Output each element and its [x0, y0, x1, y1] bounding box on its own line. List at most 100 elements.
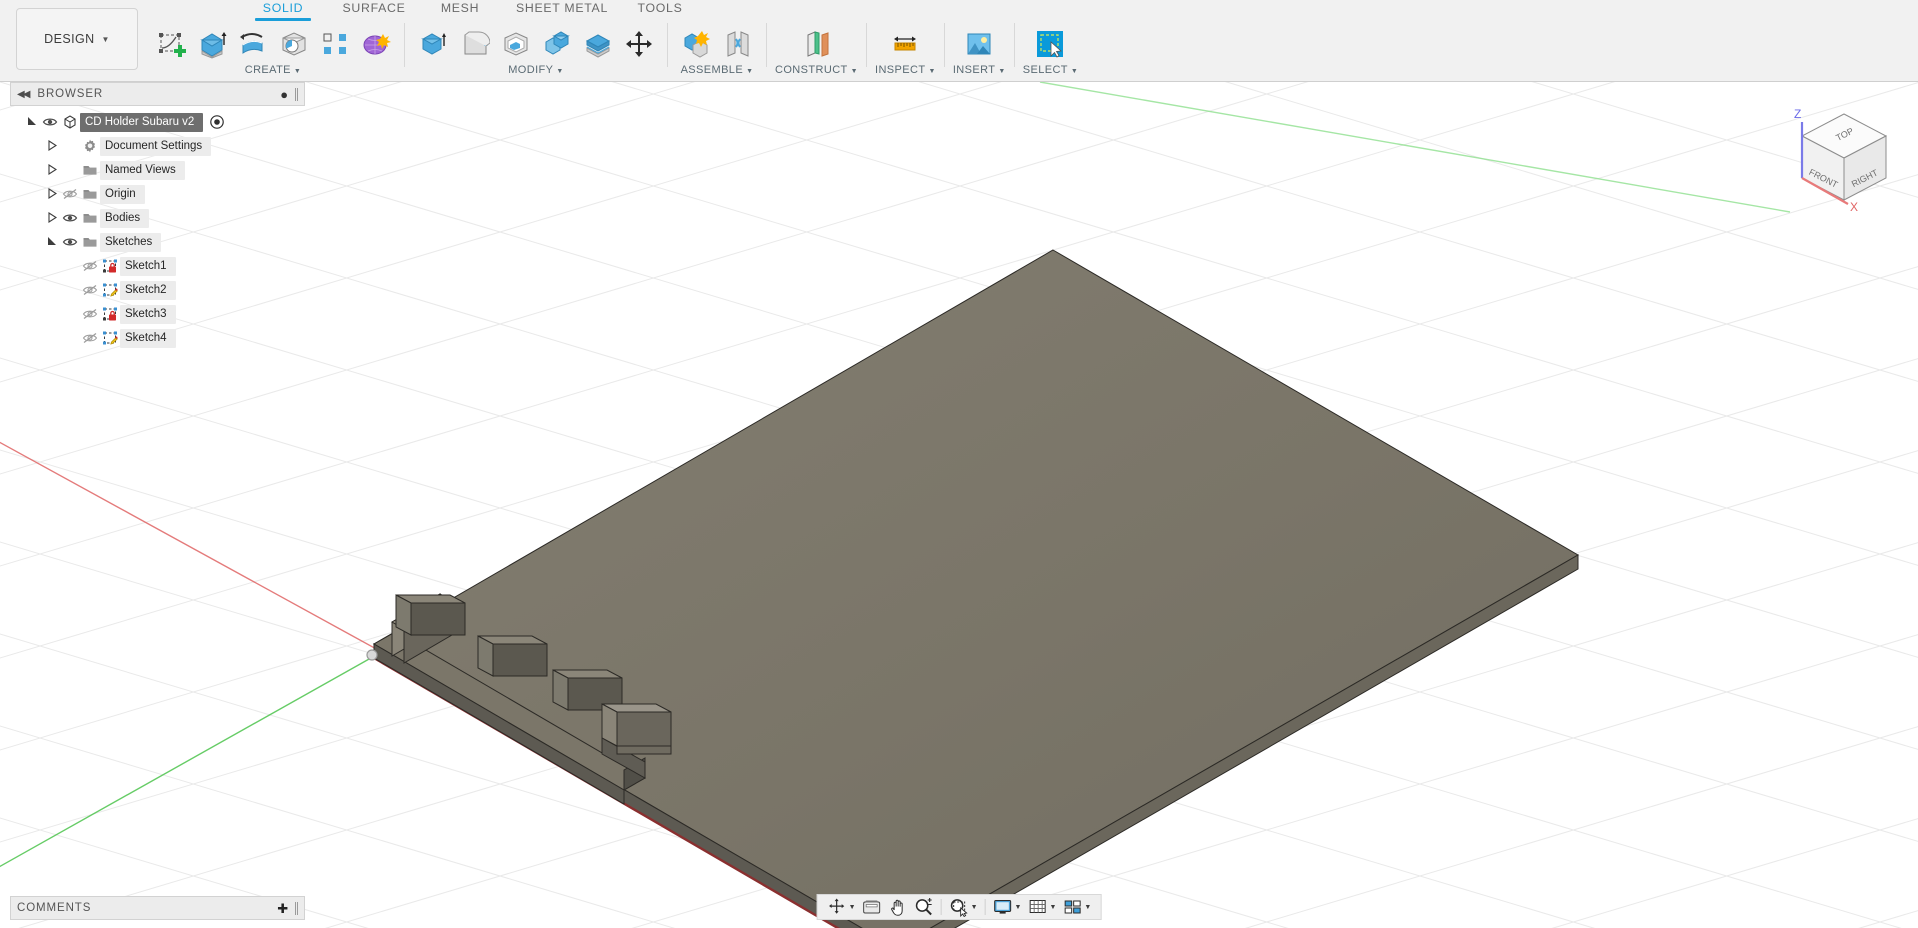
minus-circle-icon[interactable]: ● — [280, 88, 289, 101]
eye-hidden-icon[interactable] — [60, 187, 80, 201]
combine-icon[interactable] — [536, 24, 577, 65]
viewports-icon[interactable]: ▼ — [1060, 896, 1093, 918]
tree-item-label: Sketch1 — [120, 256, 176, 276]
chevron-down-icon: ▼ — [1014, 903, 1022, 911]
tree-item-label: CD Holder Subaru v2 — [80, 112, 204, 132]
axis-z-label: Z — [1794, 107, 1801, 121]
tree-item-label: Sketch4 — [120, 328, 176, 348]
orbit-icon[interactable]: ▼ — [825, 896, 858, 918]
tree-item-sketch3[interactable]: Sketch3 — [10, 302, 305, 326]
group-label-text: MODIFY — [508, 64, 554, 76]
toolbar-group-construct: CONSTRUCT ▼ — [775, 23, 858, 81]
tree-item-sketch4[interactable]: Sketch4 — [10, 326, 305, 350]
group-label-select[interactable]: SELECT ▼ — [1023, 64, 1079, 76]
expand-arrow-icon[interactable] — [44, 163, 60, 177]
design-workspace-button[interactable]: DESIGN ▼ — [16, 8, 138, 70]
toolbar-group-select: SELECT ▼ — [1023, 23, 1079, 81]
group-label-construct[interactable]: CONSTRUCT ▼ — [775, 64, 858, 76]
chevron-down-icon: ▼ — [1070, 68, 1079, 75]
hole-icon[interactable] — [273, 24, 314, 65]
browser-tree: CD Holder Subaru v2 Document Settings Name… — [10, 106, 305, 350]
tree-item-sketch1[interactable]: Sketch1 — [10, 254, 305, 278]
plus-circle-icon[interactable]: ✚ — [277, 902, 289, 915]
select-cursor-icon[interactable] — [1030, 24, 1071, 65]
collapse-arrow-icon[interactable] — [24, 116, 40, 129]
browser-header: ◀◀ BROWSER ● — [10, 82, 305, 106]
eye-visible-icon[interactable] — [40, 115, 60, 129]
panel-resize-grip[interactable] — [295, 87, 298, 101]
component-icon — [60, 114, 80, 130]
joint-icon[interactable] — [717, 24, 758, 65]
eye-hidden-icon[interactable] — [80, 259, 100, 273]
zoom-window-icon[interactable]: ▼ — [947, 896, 980, 918]
new-component-icon[interactable] — [676, 24, 717, 65]
chevron-down-icon: ▼ — [970, 903, 978, 911]
group-label-text: CREATE — [244, 64, 291, 76]
tree-item-label: Sketch2 — [120, 280, 176, 300]
group-label-insert[interactable]: INSERT ▼ — [953, 64, 1006, 76]
tree-item-label: Named Views — [100, 160, 185, 180]
tree-item-sketch2[interactable]: Sketch2 — [10, 278, 305, 302]
group-label-inspect[interactable]: INSPECT ▼ — [875, 64, 936, 76]
tab-sheet-metal[interactable]: SHEET METAL — [506, 0, 618, 15]
move-copy-icon[interactable] — [618, 24, 659, 65]
chevron-down-icon: ▼ — [101, 34, 110, 44]
eye-hidden-icon[interactable] — [80, 307, 100, 321]
eye-hidden-icon[interactable] — [80, 331, 100, 345]
tab-label: TOOLS — [637, 1, 683, 15]
expand-arrow-icon[interactable] — [44, 211, 60, 225]
pattern-icon[interactable] — [314, 24, 355, 65]
comments-resize-grip[interactable] — [295, 901, 298, 915]
tree-item-named-views[interactable]: Named Views — [10, 158, 305, 182]
expand-arrow-icon[interactable] — [44, 187, 60, 201]
view-cube[interactable]: TOP FRONT RIGHT Z X — [1784, 96, 1902, 216]
eye-visible-icon[interactable] — [60, 211, 80, 225]
eye-hidden-icon[interactable] — [80, 283, 100, 297]
toolbar-separator — [404, 23, 405, 67]
tab-mesh[interactable]: MESH — [424, 0, 496, 15]
extrude-icon[interactable] — [191, 24, 232, 65]
group-icons — [959, 23, 1000, 65]
group-label-assemble[interactable]: ASSEMBLE ▼ — [681, 64, 754, 76]
group-label-create[interactable]: CREATE ▼ — [245, 64, 302, 76]
tab-tools[interactable]: TOOLS — [618, 0, 702, 15]
tab-surface[interactable]: SURFACE — [326, 0, 422, 15]
collapse-arrow-icon[interactable] — [44, 236, 60, 249]
tree-item-origin[interactable]: Origin — [10, 182, 305, 206]
pan-display-icon[interactable] — [860, 896, 884, 918]
revolve-icon[interactable] — [232, 24, 273, 65]
grid-snaps-icon[interactable]: ▼ — [1025, 896, 1058, 918]
folder-icon — [80, 186, 100, 202]
form-icon[interactable] — [355, 24, 396, 65]
insert-image-icon[interactable] — [959, 24, 1000, 65]
tree-item-document-settings[interactable]: Document Settings — [10, 134, 305, 158]
group-label-text: CONSTRUCT — [775, 64, 848, 76]
offset-face-icon[interactable] — [577, 24, 618, 65]
eye-visible-icon[interactable] — [60, 235, 80, 249]
tree-item-bodies[interactable]: Bodies — [10, 206, 305, 230]
group-label-text: SELECT — [1022, 64, 1068, 76]
radio-selected-icon[interactable] — [209, 114, 225, 130]
create-sketch-icon[interactable] — [150, 24, 191, 65]
group-label-modify[interactable]: MODIFY ▼ — [508, 64, 564, 76]
expand-arrow-icon[interactable] — [44, 139, 60, 153]
chevron-down-icon: ▼ — [556, 68, 564, 75]
tab-label: SURFACE — [342, 1, 406, 15]
fillet-icon[interactable] — [454, 24, 495, 65]
comments-panel[interactable]: COMMENTS ✚ — [10, 896, 305, 920]
axis-x-label: X — [1850, 200, 1858, 214]
group-label-text: INSPECT — [875, 64, 926, 76]
collapse-panel-icon[interactable]: ◀◀ — [17, 89, 30, 100]
press-pull-icon[interactable] — [413, 24, 454, 65]
pan-hand-icon[interactable] — [886, 896, 910, 918]
sketch-locked-icon — [100, 306, 120, 322]
zoom-icon[interactable] — [912, 896, 936, 918]
shell-icon[interactable] — [495, 24, 536, 65]
measure-icon[interactable] — [885, 24, 926, 65]
tab-solid[interactable]: SOLID — [244, 0, 322, 21]
tree-item-cd-holder-subaru-v2[interactable]: CD Holder Subaru v2 — [10, 110, 305, 134]
navbar-separator — [984, 899, 986, 915]
display-settings-icon[interactable]: ▼ — [991, 896, 1024, 918]
tree-item-sketches[interactable]: Sketches — [10, 230, 305, 254]
offset-plane-icon[interactable] — [796, 24, 837, 65]
